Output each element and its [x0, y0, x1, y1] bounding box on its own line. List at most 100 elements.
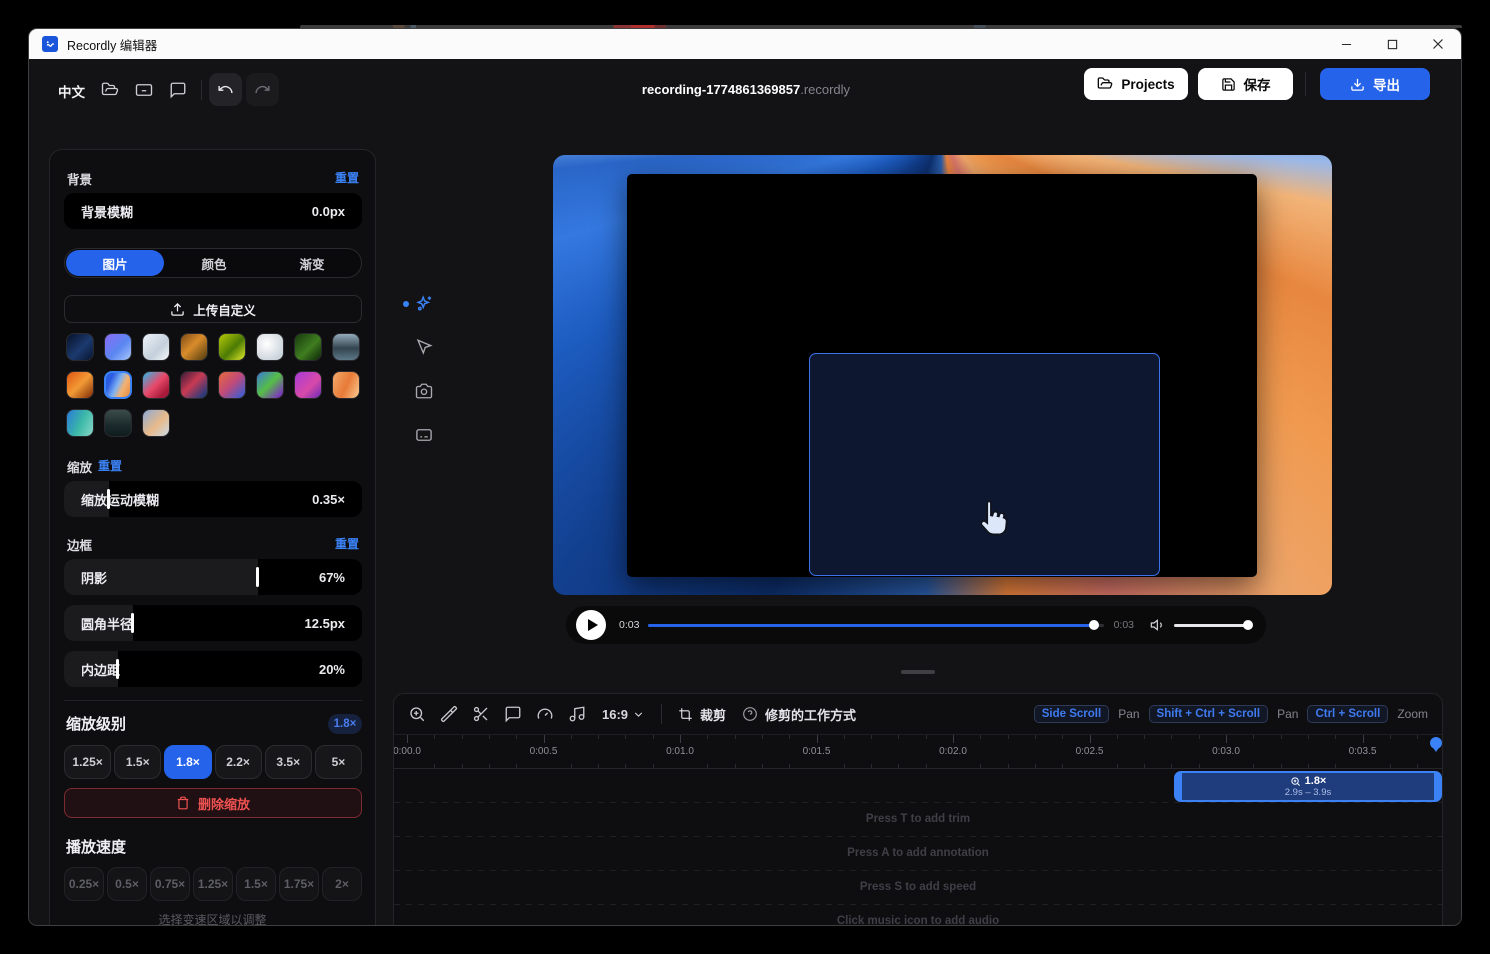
background-thumbnail-1[interactable] — [66, 333, 94, 361]
shadow-value: 67% — [319, 570, 345, 585]
trim-track[interactable]: Press T to add trim — [394, 802, 1442, 836]
background-thumbnail-10[interactable] — [104, 371, 132, 399]
background-thumbnail-19[interactable] — [142, 409, 170, 437]
ruler-minor-tick-bottom — [1335, 764, 1336, 768]
background-thumbnail-4[interactable] — [180, 333, 208, 361]
crop-button[interactable]: 裁剪 — [678, 705, 726, 724]
camera-tool-button[interactable] — [415, 382, 435, 402]
projects-button[interactable]: Projects — [1084, 68, 1188, 100]
volume-icon[interactable] — [1150, 617, 1166, 633]
magic-wand-icon[interactable] — [440, 705, 458, 723]
export-button[interactable]: 导出 — [1320, 68, 1430, 100]
ruler-major-tick — [953, 735, 954, 743]
background-thumbnail-16[interactable] — [332, 371, 360, 399]
zoom-level-option-1.5×[interactable]: 1.5× — [114, 745, 161, 779]
playback-speed-option-0.5×[interactable]: 0.5× — [107, 867, 147, 901]
background-thumbnail-13[interactable] — [218, 371, 246, 399]
zoom-level-option-1.8×[interactable]: 1.8× — [164, 745, 211, 779]
total-time: 0:03 — [1114, 619, 1134, 631]
ruler-minor-tick-bottom — [1144, 764, 1145, 768]
timeline-ruler[interactable]: 0:00.00:00.50:01.00:01.50:02.00:02.50:03… — [394, 735, 1442, 769]
ruler-label-0:02.0: 0:02.0 — [939, 746, 967, 757]
zoom-section-title: 缩放 — [67, 457, 92, 476]
background-thumbnail-3[interactable] — [142, 333, 170, 361]
speed-gauge-icon[interactable] — [536, 705, 554, 723]
cut-scissors-icon[interactable] — [472, 705, 490, 723]
zoom-level-option-5×[interactable]: 5× — [315, 745, 362, 779]
upload-icon — [170, 302, 185, 317]
zoom-level-option-3.5×[interactable]: 3.5× — [265, 745, 312, 779]
zoom-region-selection[interactable] — [809, 353, 1160, 576]
close-button[interactable] — [1415, 29, 1461, 59]
background-thumbnail-2[interactable] — [104, 333, 132, 361]
background-thumbnail-12[interactable] — [180, 371, 208, 399]
shadow-slider[interactable]: 阴影 67% — [64, 559, 362, 595]
aspect-ratio-dropdown[interactable]: 16:9 — [602, 707, 645, 722]
ruler-minor-tick-bottom — [762, 764, 763, 768]
speed-track[interactable]: Press S to add speed — [394, 870, 1442, 904]
preview-canvas[interactable] — [553, 155, 1332, 595]
timeline-zoom-block[interactable]: 1.8× 2.9s – 3.9s — [1174, 771, 1442, 802]
ruler-label-0:00.5: 0:00.5 — [530, 746, 558, 757]
playback-speed-option-1.5×[interactable]: 1.5× — [236, 867, 276, 901]
play-button[interactable] — [576, 610, 606, 640]
screen: Recordly 编辑器 中文 — [0, 0, 1490, 954]
zoom-reset-link[interactable]: 重置 — [98, 457, 122, 474]
ai-effects-button[interactable] — [414, 294, 434, 314]
audio-track[interactable]: Click music icon to add audio — [394, 904, 1442, 926]
background-thumbnail-9[interactable] — [66, 371, 94, 399]
corner-radius-slider[interactable]: 圆角半径 12.5px — [64, 605, 362, 641]
background-tab-image[interactable]: 图片 — [66, 250, 164, 276]
background-thumbnail-18[interactable] — [104, 409, 132, 437]
music-icon[interactable] — [568, 705, 586, 723]
background-thumbnail-17[interactable] — [66, 409, 94, 437]
recording-video-frame[interactable] — [627, 174, 1257, 577]
progress-handle[interactable] — [1089, 620, 1099, 630]
background-tab-gradient[interactable]: 渐变 — [263, 249, 361, 277]
background-thumbnail-14[interactable] — [256, 371, 284, 399]
padding-value: 20% — [319, 662, 345, 677]
volume-handle[interactable] — [1243, 620, 1253, 630]
playback-speed-title: 播放速度 — [66, 836, 126, 857]
upload-custom-button[interactable]: 上传自定义 — [64, 295, 362, 323]
hand-cursor-icon — [972, 494, 1012, 546]
minimize-button[interactable] — [1323, 29, 1369, 59]
zoom-level-option-1.25×[interactable]: 1.25× — [64, 745, 111, 779]
zoom-motion-blur-slider[interactable]: 缩放运动模糊 0.35× — [64, 481, 362, 517]
playback-speed-option-1.75×[interactable]: 1.75× — [279, 867, 319, 901]
volume-track[interactable] — [1174, 624, 1250, 627]
ruler-minor-tick — [1281, 735, 1282, 739]
playback-speed-option-2×[interactable]: 2× — [322, 867, 362, 901]
timeline-playhead[interactable] — [1430, 737, 1442, 749]
background-thumbnail-11[interactable] — [142, 371, 170, 399]
background-thumbnail-8[interactable] — [332, 333, 360, 361]
annotation-icon[interactable] — [504, 705, 522, 723]
panel-resize-handle[interactable] — [901, 670, 935, 674]
timeline-zoom-in-icon[interactable] — [408, 705, 426, 723]
maximize-button[interactable] — [1369, 29, 1415, 59]
padding-slider[interactable]: 内边距 20% — [64, 651, 362, 687]
zoom-level-option-2.2×[interactable]: 2.2× — [215, 745, 262, 779]
border-reset-link[interactable]: 重置 — [335, 535, 359, 552]
save-button[interactable]: 保存 — [1198, 68, 1293, 100]
progress-track[interactable] — [648, 624, 1103, 627]
playback-speed-option-1.25×[interactable]: 1.25× — [193, 867, 233, 901]
background-reset-link[interactable]: 重置 — [335, 169, 359, 186]
background-blur-slider[interactable]: 背景模糊 0.0px — [64, 193, 362, 229]
background-thumbnail-15[interactable] — [294, 371, 322, 399]
cursor-tool-button[interactable] — [415, 338, 435, 358]
playback-speed-option-0.75×[interactable]: 0.75× — [150, 867, 190, 901]
background-tab-color[interactable]: 颜色 — [165, 249, 263, 277]
background-thumbnail-6[interactable] — [256, 333, 284, 361]
shadow-label: 阴影 — [81, 568, 107, 587]
ruler-minor-tick-bottom — [735, 764, 736, 768]
background-thumbnail-5[interactable] — [218, 333, 246, 361]
caption-tool-button[interactable] — [415, 426, 435, 446]
delete-zoom-button[interactable]: 删除缩放 — [64, 788, 362, 818]
playback-speed-option-0.25×[interactable]: 0.25× — [64, 867, 104, 901]
ruler-major-tick — [817, 735, 818, 743]
annotation-track[interactable]: Press A to add annotation — [394, 836, 1442, 870]
ruler-minor-tick-bottom — [1417, 764, 1418, 768]
background-thumbnail-7[interactable] — [294, 333, 322, 361]
trim-help-button[interactable]: 修剪的工作方式 — [742, 705, 856, 724]
